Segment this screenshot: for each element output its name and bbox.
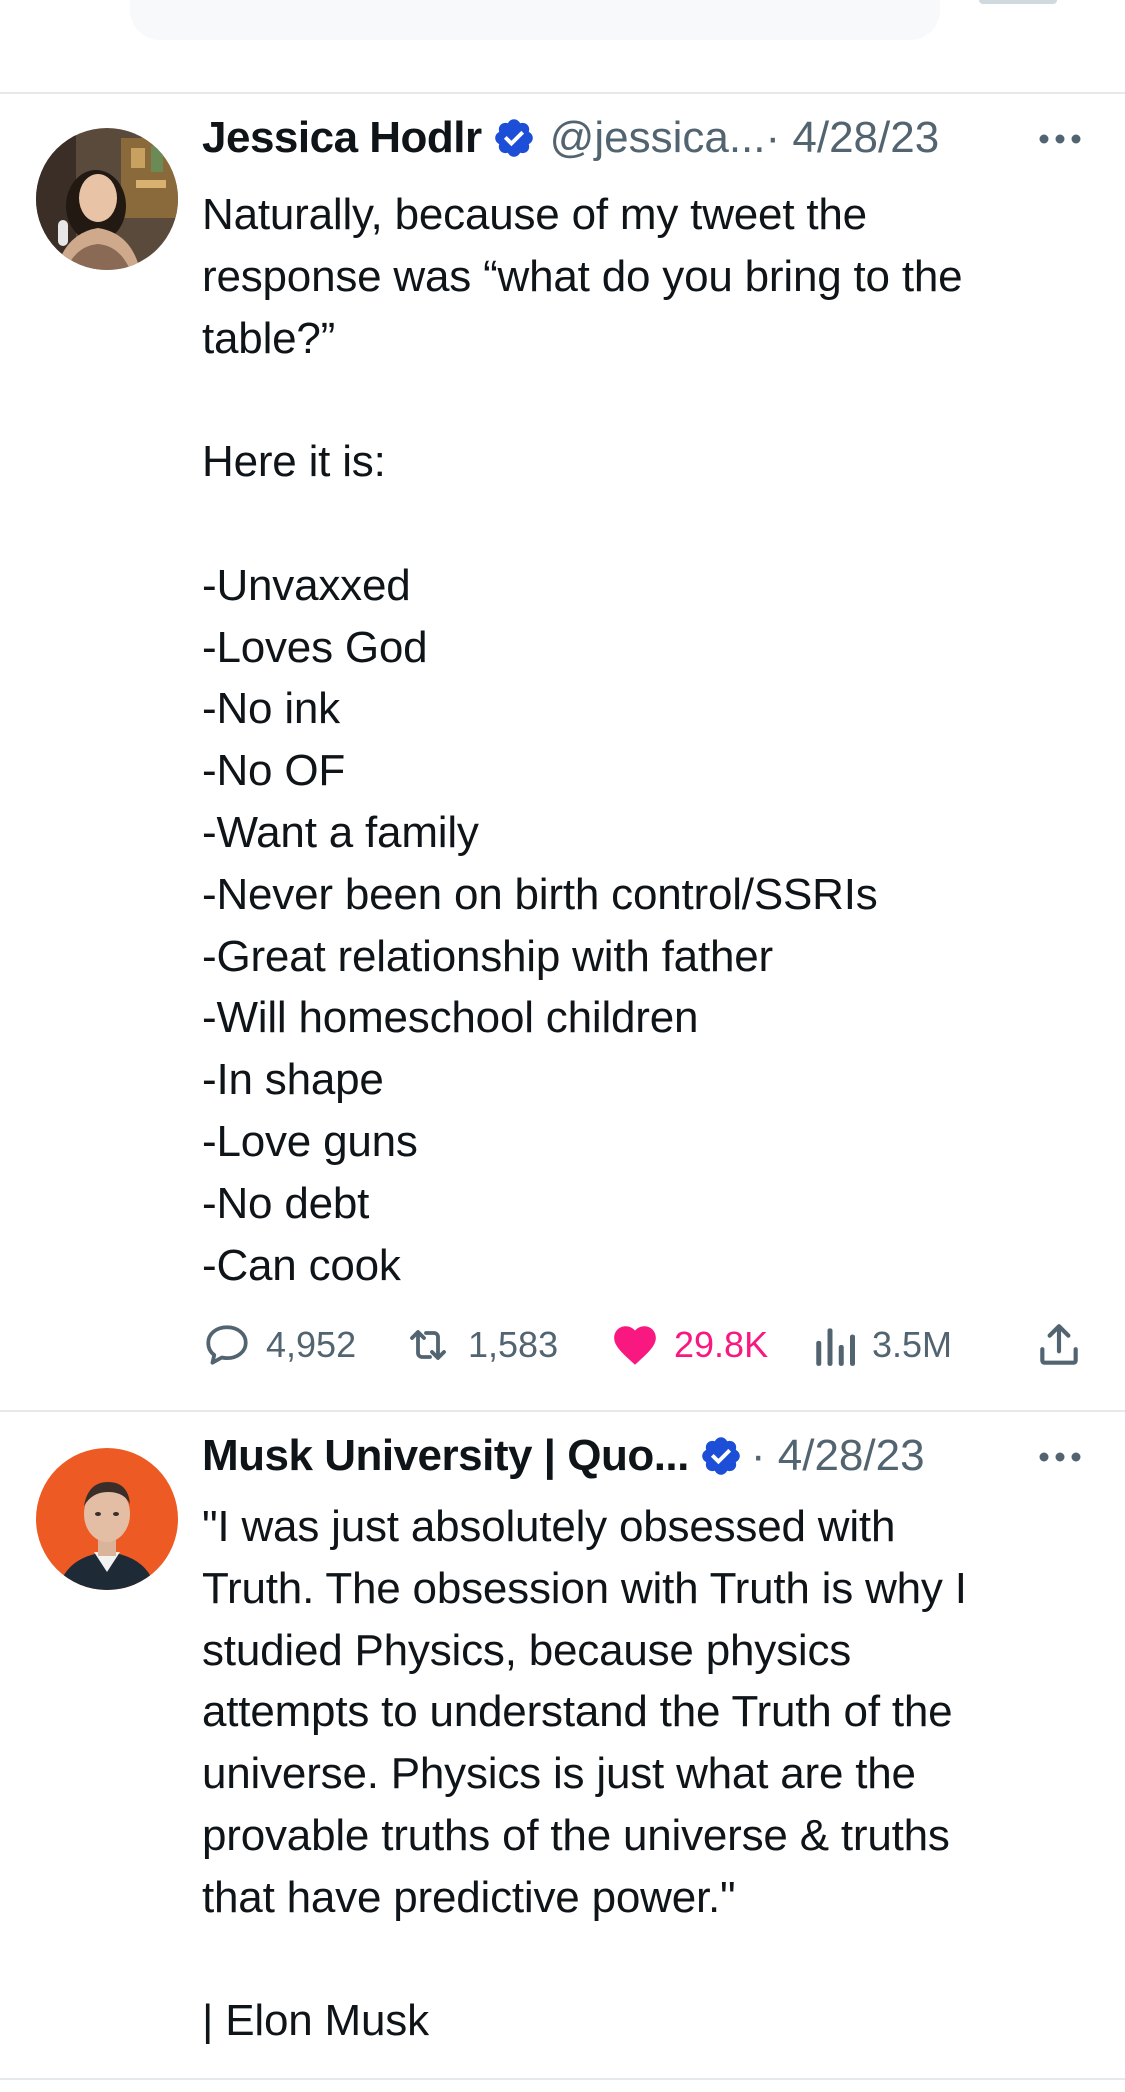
top-right-control-remnant[interactable] — [979, 0, 1057, 4]
search-bar-remnant[interactable] — [130, 0, 940, 40]
author-name[interactable]: Jessica Hodlr — [202, 113, 482, 163]
tweet-date[interactable]: · 4/28/23 — [751, 1431, 925, 1481]
more-horizontal-icon[interactable] — [1035, 1432, 1085, 1482]
avatar[interactable] — [36, 128, 178, 270]
reply-count: 4,952 — [266, 1324, 357, 1365]
like-count: 29.8K — [674, 1324, 769, 1365]
reply-button[interactable]: 4,952 — [202, 1315, 356, 1375]
tweet-card[interactable]: Jessica Hodlr @jessica... · 4/28/23 Natu… — [0, 94, 1125, 1404]
view-count: 3.5M — [872, 1324, 953, 1365]
like-button[interactable]: 29.8K — [610, 1315, 768, 1375]
author-name[interactable]: Musk University | Quo... — [202, 1431, 689, 1481]
views-icon — [816, 1328, 855, 1366]
tweet-text: "I was just absolutely obsessed with Tru… — [202, 1502, 967, 2046]
avatar[interactable] — [36, 1448, 178, 1590]
tweet-date[interactable]: · 4/28/23 — [766, 113, 940, 163]
tweet-actions: 4,952 1,583 29.8K 3.5M — [202, 1315, 1102, 1375]
heart-icon — [614, 1326, 656, 1365]
divider — [0, 2078, 1125, 2080]
author-handle[interactable]: @jessica... — [550, 113, 766, 163]
more-horizontal-icon[interactable] — [1035, 114, 1085, 164]
share-icon — [1040, 1324, 1078, 1365]
tweet-header: Jessica Hodlr @jessica... · 4/28/23 — [202, 110, 1125, 166]
reply-icon — [206, 1325, 248, 1365]
tweet-text: Naturally, because of my tweet the respo… — [202, 190, 963, 1290]
retweet-icon — [410, 1330, 446, 1360]
share-button[interactable] — [1034, 1315, 1084, 1375]
verified-badge-icon — [702, 1437, 740, 1475]
retweet-count: 1,583 — [468, 1324, 559, 1365]
views-button[interactable]: 3.5M — [812, 1315, 952, 1375]
retweet-button[interactable]: 1,583 — [402, 1315, 558, 1375]
tweet-header: Musk University | Quo... · 4/28/23 — [202, 1428, 1125, 1484]
top-cropped-strip — [0, 0, 1125, 92]
verified-badge-icon — [494, 119, 533, 157]
tweet-card[interactable]: Musk University | Quo... · 4/28/23 "I wa… — [0, 1412, 1125, 2092]
